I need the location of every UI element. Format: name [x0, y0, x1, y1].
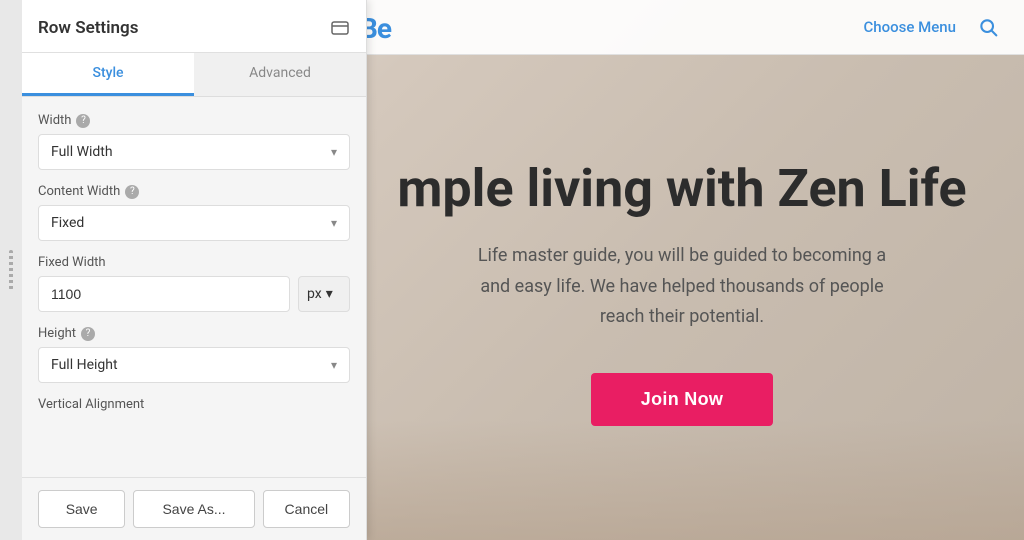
width-select[interactable]: Full Width ▾ — [38, 134, 350, 170]
hero-subtitle-line2: and easy life. We have helped thousands … — [480, 276, 883, 297]
choose-menu-link[interactable]: Choose Menu — [864, 18, 956, 36]
vertical-alignment-label: Vertical Alignment — [38, 397, 350, 412]
content-width-select[interactable]: Fixed ▾ — [38, 205, 350, 241]
width-chevron-icon: ▾ — [331, 145, 337, 159]
save-button[interactable]: Save — [38, 490, 125, 528]
tab-style[interactable]: Style — [22, 53, 194, 96]
book-decoration — [360, 420, 1024, 540]
content-width-label: Content Width ? — [38, 184, 350, 199]
width-help-icon[interactable]: ? — [76, 114, 90, 128]
settings-panel: Row Settings Style Advanced Width ? Full… — [22, 0, 367, 540]
search-icon[interactable] — [972, 11, 1004, 43]
panel-edge — [0, 0, 22, 540]
drag-handle[interactable] — [9, 250, 13, 290]
panel-body: Width ? Full Width ▾ Content Width ? Fix… — [22, 97, 366, 477]
panel-tabs: Style Advanced — [22, 53, 366, 97]
height-select[interactable]: Full Height ▾ — [38, 347, 350, 383]
unit-chevron-icon: ▾ — [326, 286, 333, 302]
cancel-button[interactable]: Cancel — [263, 490, 350, 528]
hero-subtitle-line1: Life master guide, you will be guided to… — [478, 245, 886, 266]
minimize-icon[interactable] — [330, 20, 350, 36]
join-now-button[interactable]: Join Now — [591, 373, 773, 426]
height-field-group: Height ? Full Height ▾ — [38, 326, 350, 383]
hero-content: mple living with Zen Life Life master gu… — [360, 160, 1004, 426]
unit-select[interactable]: px ▾ — [298, 276, 350, 312]
fixed-width-field-group: Fixed Width px ▾ — [38, 255, 350, 312]
height-chevron-icon: ▾ — [331, 358, 337, 372]
panel-footer: Save Save As... Cancel — [22, 477, 366, 540]
tab-advanced[interactable]: Advanced — [194, 53, 366, 96]
content-width-chevron-icon: ▾ — [331, 216, 337, 230]
fixed-width-label: Fixed Width — [38, 255, 350, 270]
height-label: Height ? — [38, 326, 350, 341]
width-field-group: Width ? Full Width ▾ — [38, 113, 350, 170]
hero-title: mple living with Zen Life — [360, 160, 1004, 217]
topbar-right: Choose Menu — [864, 11, 1004, 43]
logo: Be — [360, 8, 440, 48]
content-width-field-group: Content Width ? Fixed ▾ — [38, 184, 350, 241]
height-help-icon[interactable]: ? — [81, 327, 95, 341]
vertical-alignment-field-group: Vertical Alignment — [38, 397, 350, 412]
hero-subtitle: Life master guide, you will be guided to… — [402, 241, 962, 333]
fixed-width-input[interactable] — [38, 276, 290, 312]
width-label: Width ? — [38, 113, 350, 128]
save-as-button[interactable]: Save As... — [133, 490, 254, 528]
panel-title: Row Settings — [38, 18, 138, 38]
panel-header: Row Settings — [22, 0, 366, 53]
fixed-width-row: px ▾ — [38, 276, 350, 312]
hero-subtitle-line3: reach their potential. — [600, 306, 764, 327]
content-width-help-icon[interactable]: ? — [125, 185, 139, 199]
